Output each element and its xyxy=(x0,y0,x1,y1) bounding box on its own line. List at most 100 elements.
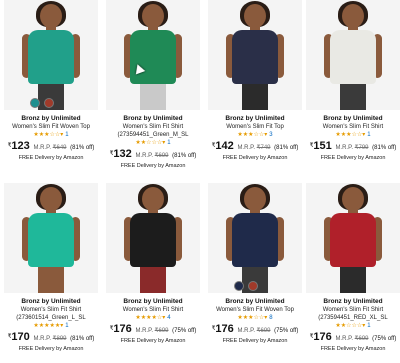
product-title[interactable]: Women's Slim Fit Woven Top xyxy=(208,306,302,314)
mrp-label: M.R.P. xyxy=(237,328,255,334)
rating-count[interactable]: 8 xyxy=(269,315,272,321)
product-card[interactable]: Bronz by Unlimited Women's Slim Fit Shir… xyxy=(4,183,98,363)
product-card[interactable]: Bronz by Unlimited Women's Slim Fit Wove… xyxy=(4,0,98,180)
product-image[interactable] xyxy=(4,183,98,293)
product-image[interactable] xyxy=(106,183,200,293)
product-image[interactable] xyxy=(306,0,400,110)
product-image[interactable] xyxy=(4,0,98,110)
delivery-note: FREE Delivery by Amazon xyxy=(120,163,186,169)
delivery-note: FREE Delivery by Amazon xyxy=(320,346,386,352)
product-title[interactable]: Women's Slim Fit Shirt xyxy=(306,123,400,131)
price: 142 xyxy=(215,140,234,152)
brand-name[interactable]: Bronz by Unlimited xyxy=(4,114,98,123)
delivery-note: FREE Delivery by Amazon xyxy=(320,155,386,161)
model-legs xyxy=(140,265,166,293)
price-line: ₹151 M.R.P. ₹799 (81% off) xyxy=(306,140,400,154)
brand-name[interactable]: Bronz by Unlimited xyxy=(106,297,200,306)
model-legs xyxy=(140,82,166,110)
product-info: Bronz by Unlimited Women's Slim Fit Wove… xyxy=(4,110,98,162)
product-card[interactable]: Bronz by Unlimited Women's Slim Fit Shir… xyxy=(306,183,400,363)
brand-name[interactable]: Bronz by Unlimited xyxy=(106,114,200,123)
garment xyxy=(28,213,74,267)
color-swatch[interactable] xyxy=(44,98,54,108)
mrp-label: M.R.P. xyxy=(335,336,353,342)
brand-name[interactable]: Bronz by Unlimited xyxy=(306,114,400,123)
product-card[interactable]: Bronz by Unlimited Women's Slim Fit Shir… xyxy=(306,0,400,180)
product-title-sku[interactable]: (273601514_Green_L_SL xyxy=(4,314,98,322)
color-swatch[interactable] xyxy=(248,281,258,291)
delivery-note: FREE Delivery by Amazon xyxy=(18,346,84,352)
chevron-down-icon: ▾ xyxy=(264,315,268,321)
rating-count[interactable]: 4 xyxy=(167,315,170,321)
discount: (81% off) xyxy=(372,145,397,151)
price-line: ₹176 M.R.P. ₹699 (75% off) xyxy=(306,331,400,345)
stars-icon: ★★★☆☆ xyxy=(237,315,265,321)
color-swatch[interactable] xyxy=(30,98,40,108)
product-info: Bronz by Unlimited Women's Slim Fit Shir… xyxy=(106,110,200,170)
chevron-down-icon: ▾ xyxy=(162,315,166,321)
star-rating[interactable]: ★★★☆☆▾ 3 xyxy=(208,131,302,140)
product-title[interactable]: Women's Slim Fit Shirt xyxy=(306,306,400,314)
price-line: ₹176 M.R.P. ₹699 (75% off) xyxy=(106,323,200,337)
product-title[interactable]: Women's Slim Fit Shirt xyxy=(106,123,200,131)
delivery-note: FREE Delivery by Amazon xyxy=(120,338,186,344)
model-legs xyxy=(340,265,366,293)
chevron-down-icon: ▾ xyxy=(60,132,64,138)
product-info: Bronz by Unlimited Women's Slim Fit Shir… xyxy=(106,293,200,345)
discount: (81% off) xyxy=(172,153,197,159)
mrp-label: M.R.P. xyxy=(237,145,255,151)
product-image[interactable] xyxy=(208,183,302,293)
brand-name[interactable]: Bronz by Unlimited xyxy=(4,297,98,306)
model-legs xyxy=(340,82,366,110)
color-swatch[interactable] xyxy=(234,281,244,291)
garment xyxy=(130,30,176,84)
price: 176 xyxy=(215,323,234,335)
rating-count[interactable]: 1 xyxy=(65,132,68,138)
brand-name[interactable]: Bronz by Unlimited xyxy=(208,297,302,306)
product-image[interactable] xyxy=(208,0,302,110)
product-image[interactable] xyxy=(306,183,400,293)
product-image[interactable] xyxy=(106,0,200,110)
price: 176 xyxy=(113,323,132,335)
product-card[interactable]: Bronz by Unlimited Women's Slim Fit Wove… xyxy=(208,183,302,363)
discount: (75% off) xyxy=(372,336,397,342)
rating-count[interactable]: 1 xyxy=(367,323,370,329)
chevron-down-icon: ▾ xyxy=(362,132,366,138)
stars-icon: ★★★☆☆ xyxy=(33,132,61,138)
rating-count[interactable]: 3 xyxy=(269,132,272,138)
star-rating[interactable]: ★★★☆☆▾ 1 xyxy=(4,131,98,140)
product-title[interactable]: Women's Slim Fit Woven Top xyxy=(4,123,98,131)
product-grid: Bronz by Unlimited Women's Slim Fit Wove… xyxy=(0,0,400,363)
star-rating[interactable]: ★★★☆☆▾ 8 xyxy=(208,314,302,323)
product-title[interactable]: Women's Slim Fit Shirt xyxy=(4,306,98,314)
mrp-label: M.R.P. xyxy=(33,336,51,342)
star-rating[interactable]: ★★★☆☆▾ 1 xyxy=(306,131,400,140)
discount: (81% off) xyxy=(70,145,95,151)
rating-count[interactable]: 1 xyxy=(65,323,68,329)
price-line: ₹142 M.R.P. ₹749 (81% off) xyxy=(208,140,302,154)
product-card[interactable]: Bronz by Unlimited Women's Slim Fit Top … xyxy=(208,0,302,180)
stars-icon: ★★☆☆☆ xyxy=(335,323,363,329)
star-rating[interactable]: ★★★★☆▾ 4 xyxy=(106,314,200,323)
discount: (81% off) xyxy=(70,336,95,342)
chevron-down-icon: ▾ xyxy=(162,140,166,146)
product-title[interactable]: Women's Slim Fit Shirt xyxy=(106,306,200,314)
product-title[interactable]: Women's Slim Fit Top xyxy=(208,123,302,131)
rating-count[interactable]: 1 xyxy=(167,140,170,146)
rating-count[interactable]: 1 xyxy=(367,132,370,138)
star-rating[interactable]: ★★☆☆☆▾ 1 xyxy=(306,322,400,331)
price: 151 xyxy=(313,140,332,152)
mrp-value: ₹649 xyxy=(52,145,67,151)
model-legs xyxy=(242,82,268,110)
product-card[interactable]: Bronz by Unlimited Women's Slim Fit Shir… xyxy=(106,0,200,180)
product-title-sku[interactable]: (273594451_Green_M_SL xyxy=(106,131,200,139)
chevron-down-icon: ▾ xyxy=(60,323,64,329)
stars-icon: ★★★☆☆ xyxy=(335,132,363,138)
star-rating[interactable]: ★★★★★▾ 1 xyxy=(4,322,98,331)
brand-name[interactable]: Bronz by Unlimited xyxy=(306,297,400,306)
mrp-value: ₹749 xyxy=(256,145,271,151)
product-card[interactable]: Bronz by Unlimited Women's Slim Fit Shir… xyxy=(106,183,200,363)
product-title-sku[interactable]: (273594451_RED_XL_SL xyxy=(306,314,400,322)
brand-name[interactable]: Bronz by Unlimited xyxy=(208,114,302,123)
star-rating[interactable]: ★★☆☆☆▾ 1 xyxy=(106,139,200,148)
